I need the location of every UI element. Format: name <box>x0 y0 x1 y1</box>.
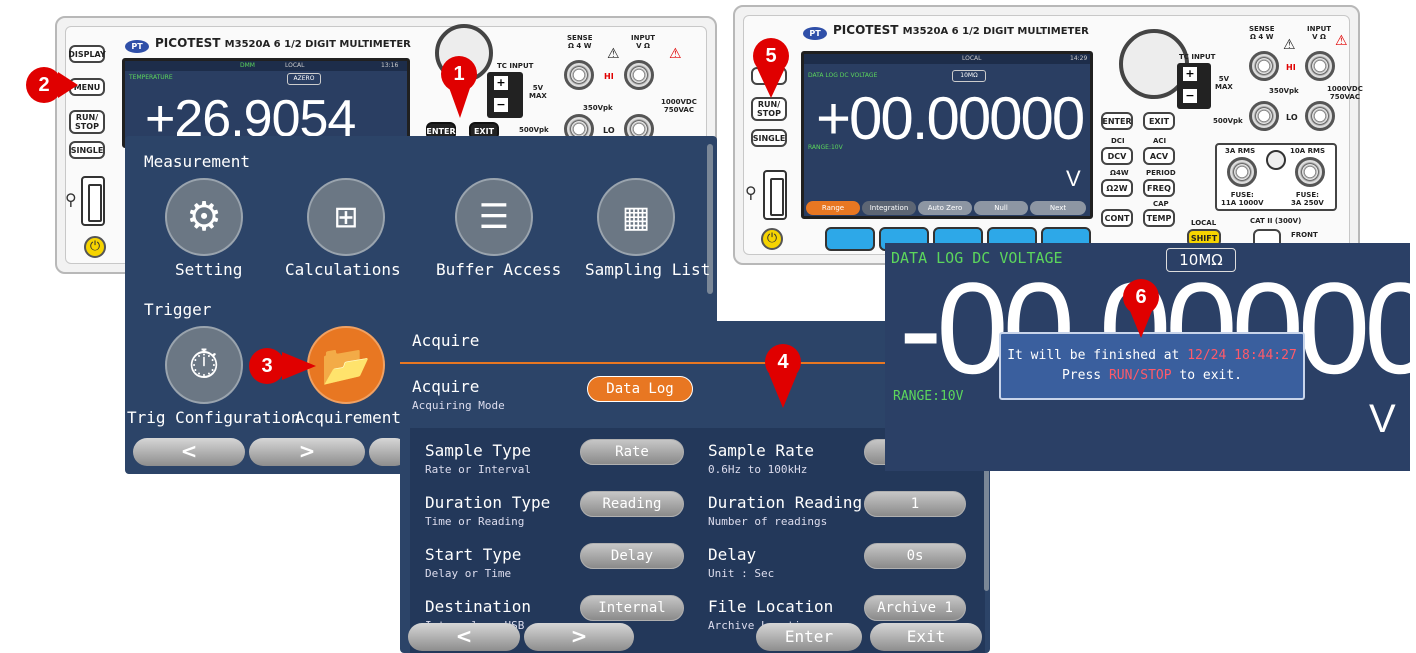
step-badge-3: 3 <box>249 348 285 384</box>
step-badge-6: 6 <box>1123 279 1159 315</box>
step-pointers <box>58 68 1154 408</box>
step-badge-1: 1 <box>441 56 477 92</box>
step-badge-4: 4 <box>765 344 801 380</box>
step-badge-2: 2 <box>26 67 62 103</box>
step-badge-5: 5 <box>753 38 789 74</box>
pointer-3 <box>282 352 316 380</box>
